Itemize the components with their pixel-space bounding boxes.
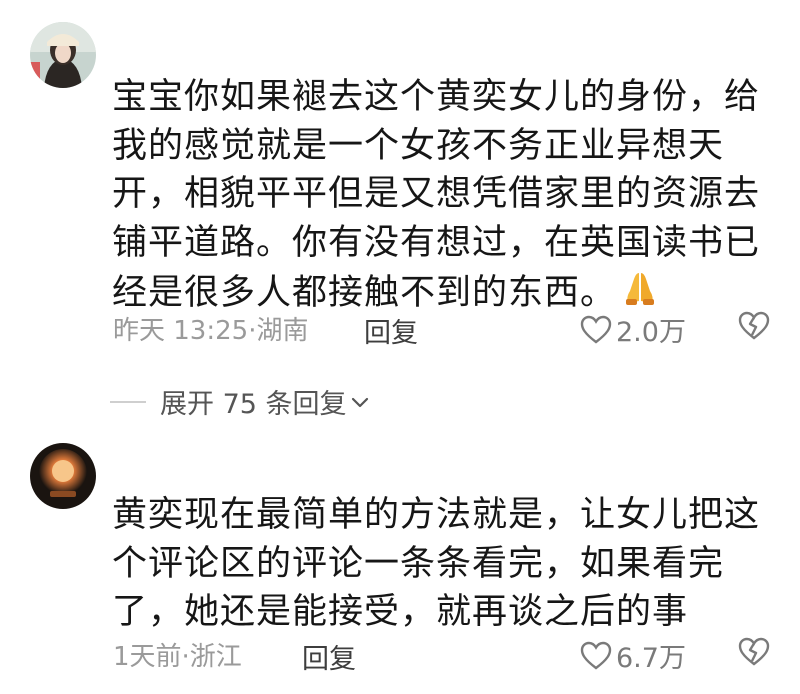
- comment-text-line: 个评论区的评论一条条看完，如果看完: [112, 543, 725, 584]
- glowing-lamp-avatar-icon: [30, 443, 96, 509]
- user-avatar[interactable]: [30, 443, 96, 509]
- expand-replies-button[interactable]: 展开 75 条回复: [110, 382, 371, 421]
- comment-text: 宝宝你如果褪去这个黄奕女儿的身份，给 我的感觉就是一个女孩不务正业异想天 开，相…: [112, 73, 772, 321]
- comment-meta: 1天前·浙江: [113, 641, 242, 672]
- broken-heart-icon: [738, 311, 770, 340]
- dislike-button[interactable]: [738, 311, 770, 345]
- like-button[interactable]: 6.7万: [580, 636, 686, 675]
- like-button[interactable]: 2.0万: [580, 310, 686, 349]
- comment-text-line: 黄奕现在最简单的方法就是，让女儿把这: [112, 495, 761, 535]
- user-avatar[interactable]: [30, 22, 96, 88]
- comment-text-line: 开，相貌平平但是又想凭借家里的资源去: [112, 174, 761, 214]
- dislike-button[interactable]: [738, 637, 770, 671]
- expand-replies-label: 展开 75 条回复: [160, 389, 347, 420]
- like-count: 6.7万: [616, 643, 686, 674]
- reply-button[interactable]: 回复: [364, 311, 418, 350]
- comment-text-line: 了，她还是能接受，就再谈之后的事: [112, 592, 689, 632]
- comment-text-line: 铺平道路。你有没有想过，在英国读书已: [112, 222, 761, 263]
- reply-button[interactable]: 回复: [302, 637, 356, 676]
- girl-avatar-icon: [30, 22, 96, 88]
- chevron-down-icon: [351, 397, 368, 407]
- like-count: 2.0万: [616, 317, 686, 348]
- comment-meta: 昨天 13:25·湖南: [113, 315, 309, 346]
- comment-text-line: 我的感觉就是一个女孩不务正业异想天: [112, 125, 725, 166]
- comment-text: 黄奕现在最简单的方法就是，让女儿把这 个评论区的评论一条条看完，如果看完 了，她…: [112, 491, 772, 637]
- broken-heart-icon: [738, 637, 770, 666]
- heart-icon: [580, 315, 612, 344]
- divider: [110, 400, 146, 403]
- comment-text-line: 宝宝你如果褪去这个黄奕女儿的身份，给: [112, 77, 761, 117]
- heart-icon: [580, 641, 612, 670]
